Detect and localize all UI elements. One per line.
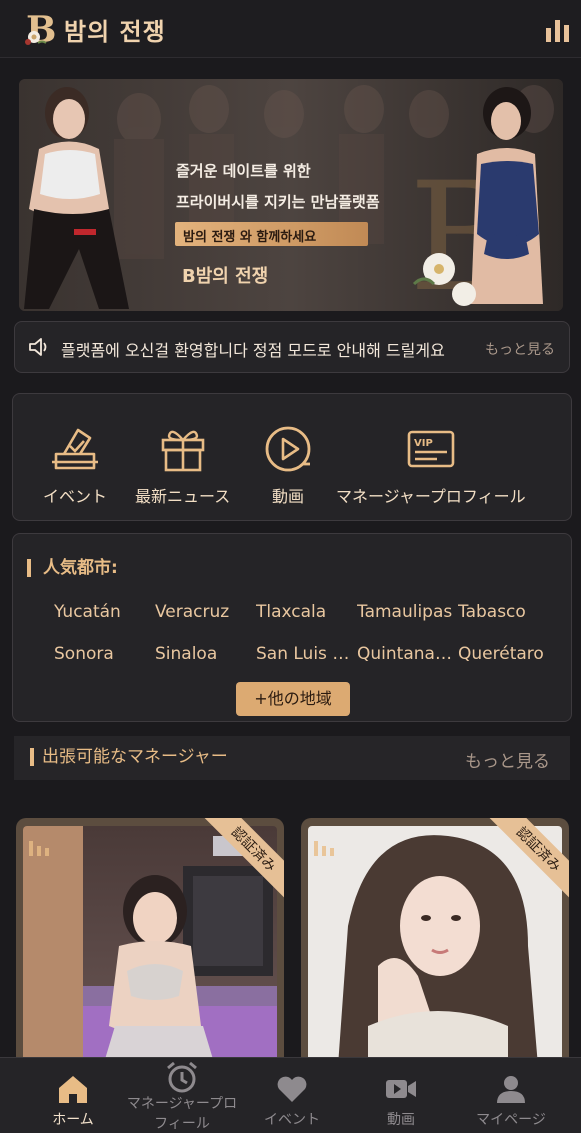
banner-brand: B밤의 전쟁 <box>182 266 269 287</box>
gift-icon <box>161 430 204 472</box>
notice-bar[interactable]: 플랫폼에 오신걸 환영합니다 정점 모드로 안내해 드릴게요 もっと見る <box>14 321 570 373</box>
bottom-tab-bar: ホーム マネージャープロフィール イベント 動画 マイページ <box>0 1057 581 1133</box>
city-link[interactable]: Veracruz <box>155 602 251 622</box>
notice-more-link[interactable]: もっと見る <box>485 339 555 359</box>
tab-my-page[interactable]: マイページ <box>453 1058 569 1133</box>
play-icon <box>265 426 311 472</box>
quick-nav-label: 動画 <box>271 487 304 506</box>
managers-section-header: 出張可能なマネージャー もっと見る <box>14 736 570 780</box>
quick-nav-videos[interactable]: 動画 <box>263 424 313 507</box>
heart-icon <box>277 1076 307 1102</box>
city-link[interactable]: Tlaxcala <box>256 602 352 622</box>
ranking-bars-icon[interactable] <box>545 18 571 42</box>
banner-cta: 밤의 전쟁 와 함께하세요 <box>175 222 368 246</box>
quick-nav: イベント 最新ニュース 動画 VIP マネージャープロフィール <box>12 393 572 521</box>
quick-nav-label: 最新ニュース <box>135 487 231 506</box>
quick-nav-label: マネージャープロフィール <box>336 487 526 506</box>
tab-label: マネージャープロフィール <box>126 1096 238 1132</box>
speaker-icon <box>29 338 47 356</box>
quick-nav-label: イベント <box>43 487 108 506</box>
level-bars-icon <box>314 841 334 856</box>
managers-section-title: 出張可能なマネージャー <box>30 748 228 766</box>
brand-logo-mark: B <box>25 9 56 49</box>
quick-nav-manager-profile[interactable]: VIP マネージャープロフィール <box>336 424 526 507</box>
manager-photo-image <box>308 826 562 1066</box>
svg-text:VIP: VIP <box>414 438 433 449</box>
city-link[interactable]: Sinaloa <box>155 644 251 664</box>
popular-cities: 人気都市: Yucatán Veracruz Tlaxcala Tamaulip… <box>12 533 572 722</box>
ballot-check-icon <box>52 428 98 470</box>
alarm-clock-icon <box>167 1061 197 1093</box>
banner-headline-1: 즐거운 데이트를 위한 <box>176 162 311 180</box>
manager-photo <box>23 826 277 1066</box>
tab-label: イベント <box>264 1112 320 1128</box>
city-link[interactable]: Tabasco <box>458 602 554 622</box>
city-link[interactable]: Tamaulipas <box>357 602 458 622</box>
tab-label: ホーム <box>52 1112 94 1128</box>
cities-title: 人気都市: <box>27 559 118 577</box>
manager-card[interactable]: 認証済み <box>16 818 284 1068</box>
level-bars-icon <box>29 841 49 856</box>
banner-headline-2: 프라이버시를 지키는 만남플랫폼 <box>176 193 380 211</box>
brand-logo[interactable]: B 밤의 전쟁 <box>24 8 166 50</box>
brand-name: 밤의 전쟁 <box>64 17 166 46</box>
tab-label: 動画 <box>387 1112 415 1128</box>
tab-events[interactable]: イベント <box>234 1058 350 1133</box>
manager-photo <box>308 826 562 1066</box>
vip-card-icon: VIP <box>407 430 455 468</box>
home-icon <box>59 1076 87 1103</box>
quick-nav-events[interactable]: イベント <box>43 424 107 507</box>
quick-nav-news[interactable]: 最新ニュース <box>135 424 230 507</box>
tab-label: マイページ <box>476 1112 546 1128</box>
app-header: B 밤의 전쟁 <box>0 0 581 58</box>
more-regions-button[interactable]: +他の地域 <box>236 682 350 716</box>
tab-videos[interactable]: 動画 <box>343 1058 459 1133</box>
tab-home[interactable]: ホーム <box>15 1058 131 1133</box>
notice-text: 플랫폼에 오신걸 환영합니다 정점 모드로 안내해 드릴게요 <box>61 341 445 360</box>
city-link[interactable]: Yucatán <box>54 602 150 622</box>
managers-more-link[interactable]: もっと見る <box>465 747 550 772</box>
city-link[interactable]: Quintana … <box>357 644 457 664</box>
manager-card[interactable]: 認証済み <box>301 818 569 1068</box>
video-camera-icon <box>386 1080 416 1098</box>
city-link[interactable]: Sonora <box>54 644 150 664</box>
manager-photo-image <box>23 826 277 1066</box>
city-link[interactable]: Querétaro <box>458 644 554 664</box>
user-icon <box>497 1076 525 1103</box>
promo-banner[interactable]: B 즐거운 데이트를 위한 프라이버시를 지키는 만남플랫폼 밤의 전쟁 와 함… <box>19 79 563 311</box>
city-link[interactable]: San Luis … <box>256 644 356 664</box>
tab-manager-profile[interactable]: マネージャープロフィール <box>124 1058 240 1133</box>
